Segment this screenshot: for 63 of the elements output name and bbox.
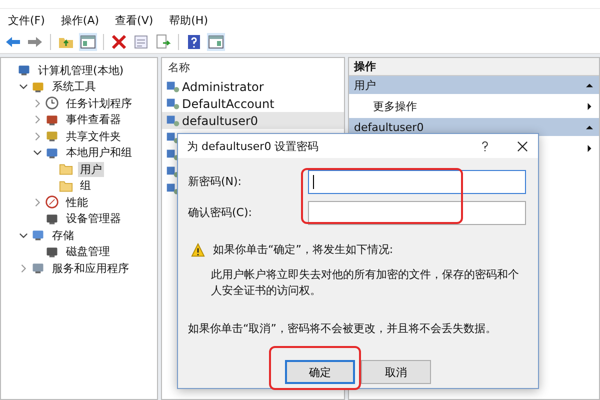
tree-item[interactable]: 系统工具 [50,79,98,94]
expand-chevron-icon[interactable] [19,264,28,273]
column-header[interactable]: 名称 [162,58,344,78]
collapse-icon[interactable] [586,124,593,130]
collapse-icon[interactable] [586,82,593,88]
submenu-arrow-icon [586,144,593,152]
cancel-note: 如果你单击“取消”，密码将不会被更改，并且将不会丢失数据。 [188,321,498,336]
field-label: 确认密码(C): [188,205,253,220]
tree-item[interactable]: 设备管理器 [64,211,123,226]
clock-icon [45,96,59,110]
warning-text: 如果你单击“确定”，将发生如下情况: [213,242,394,257]
expand-chevron-icon[interactable] [33,115,42,124]
tree-item[interactable]: 组 [78,178,93,194]
user-icon [166,80,180,94]
help-icon[interactable] [481,140,489,152]
submenu-arrow-icon [586,102,593,110]
help-icon[interactable] [185,33,203,51]
field-label: 新密码(N): [188,174,243,189]
menu-item[interactable]: 操作(A) [60,12,100,28]
panel-icon[interactable] [207,33,225,51]
tree-item[interactable]: 磁盘管理 [64,244,112,260]
password-field[interactable] [308,200,526,224]
tree-item[interactable]: 事件查看器 [64,112,123,128]
expand-chevron-icon[interactable] [33,98,42,108]
section-header[interactable]: 用户 [349,76,599,94]
action-item[interactable]: 更多操作 [349,94,599,118]
tree-item[interactable]: 存储 [50,228,76,243]
warning-detail: 此用户帐户将立即失去对他的所有加密的文件，保存的密码和个人安全证书的访问权。 [211,267,520,299]
warning-icon [191,242,205,256]
tree-item[interactable]: 服务和应用程序 [50,260,131,276]
tree-item[interactable]: 性能 [64,194,90,210]
delete-icon[interactable] [110,33,128,51]
user-row[interactable]: DefaultAccount [162,95,344,112]
menu-item[interactable]: 帮助(H) [169,12,208,28]
tree-item[interactable]: 任务计划程序 [64,96,134,111]
folder-icon [59,178,73,193]
properties-icon[interactable] [132,33,150,51]
expand-chevron-icon[interactable] [33,198,42,207]
password-field[interactable] [308,170,526,194]
user-row[interactable]: defaultuser0 [162,112,344,129]
dialog-title: 为 defaultuser0 设置密码 [187,138,319,154]
tree-item[interactable]: 本地用户和组 [64,145,134,160]
gauge-icon [45,195,59,210]
dialog-button[interactable]: 取消 [361,360,431,384]
close-icon[interactable] [517,140,528,152]
user-row[interactable]: Administrator [162,78,344,95]
menu-item[interactable]: 查看(V) [115,12,154,28]
tree-item[interactable]: 计算机管理(本地) [36,62,126,78]
user-icon [166,114,180,128]
user-icon [166,96,180,110]
expand-chevron-icon[interactable] [33,132,42,141]
folder-icon [59,162,73,176]
panel-icon[interactable] [79,33,97,51]
actions-header: 操作 [349,58,599,76]
computer-icon [17,63,31,78]
export-icon[interactable] [154,33,172,51]
collapse-chevron-icon[interactable] [19,82,28,92]
tree-item[interactable]: 用户 [78,162,104,177]
collapse-chevron-icon[interactable] [33,148,42,158]
dialog-button[interactable]: 确定 [285,360,355,384]
collapse-chevron-icon[interactable] [19,230,28,240]
tree-item[interactable]: 共享文件夹 [64,128,123,144]
menu-item[interactable]: 文件(F) [8,12,45,28]
